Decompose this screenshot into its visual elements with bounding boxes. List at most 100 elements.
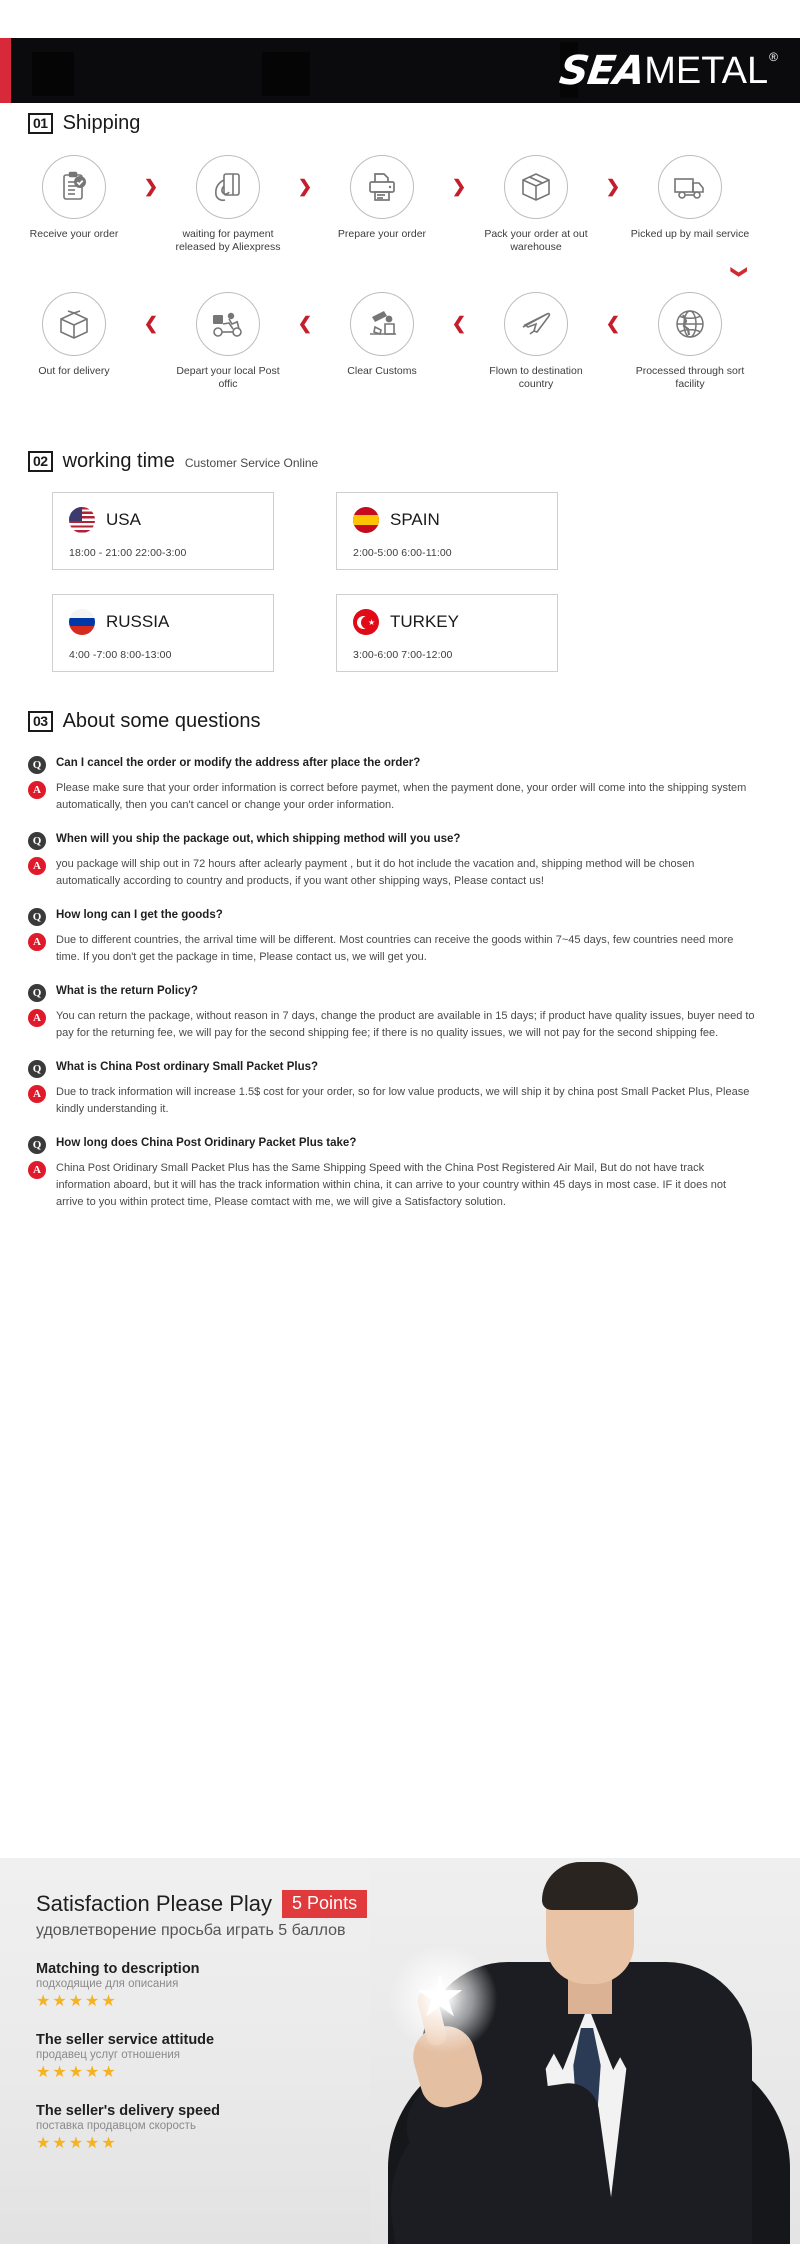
faq-question-text: How long does China Post Oridinary Packe… xyxy=(56,1137,357,1149)
faq-answer-row: A Due to track information will increase… xyxy=(28,1084,772,1118)
faq-answer-row: A Due to different countries, the arriva… xyxy=(28,932,772,966)
answer-badge: A xyxy=(28,781,46,799)
faq-list: Q Can I cancel the order or modify the a… xyxy=(28,755,772,1228)
faq-item: Q Can I cancel the order or modify the a… xyxy=(28,755,772,814)
page-title: Shipping xyxy=(62,112,141,134)
chevron-left-icon: ❯ xyxy=(605,314,621,333)
open-box-icon xyxy=(42,292,106,356)
working-hours: 18:00 - 21:00 22:00-3:00 xyxy=(69,547,187,559)
truck-icon xyxy=(658,155,722,219)
faq-question-text: When will you ship the package out, whic… xyxy=(56,833,461,845)
country-name: USA xyxy=(106,510,141,529)
faq-item: Q How long can I get the goods? A Due to… xyxy=(28,907,772,966)
faq-question-row: Q When will you ship the package out, wh… xyxy=(28,831,772,850)
section-title: About some questions xyxy=(62,710,261,732)
section-number: 03 xyxy=(28,711,53,732)
step-label: Prepare your order xyxy=(337,228,427,240)
flag-usa-icon xyxy=(69,507,95,533)
faq-question-text: How long can I get the goods? xyxy=(56,909,223,921)
working-time-grid: USA 18:00 - 21:00 22:00-3:00 SPAIN 2:00-… xyxy=(52,492,752,672)
rating-label-ru: подходящие для описания xyxy=(36,1978,179,1990)
faq-answer-text: you package will ship out in 72 hours af… xyxy=(56,858,695,887)
flag-spain-icon xyxy=(353,507,379,533)
chevron-left-icon: ❯ xyxy=(451,314,467,333)
shipping-step: Out for delivery xyxy=(10,292,138,378)
brand-logo: SEA METAL ® xyxy=(556,47,778,94)
question-badge: Q xyxy=(28,908,46,926)
chevron-right-icon: ❯ xyxy=(143,177,159,196)
question-badge: Q xyxy=(28,756,46,774)
banner-decor-block-2 xyxy=(262,52,310,96)
faq-question-text: Can I cancel the order or modify the add… xyxy=(56,757,421,769)
question-badge: Q xyxy=(28,1136,46,1154)
shipping-steps-row-1: Receive your order ❯ waiting for payment… xyxy=(10,155,790,254)
faq-item: Q What is the return Policy? A You can r… xyxy=(28,983,772,1042)
faq-question-row: Q How long can I get the goods? xyxy=(28,907,772,926)
shipping-step: Depart your local Post offic xyxy=(164,292,292,391)
section-header-faq: 03 About some questions xyxy=(28,710,260,733)
chevron-left-icon: ❯ xyxy=(297,314,313,333)
customs-officer-icon xyxy=(350,292,414,356)
step-label: Receive your order xyxy=(29,228,119,240)
working-time-card-usa: USA 18:00 - 21:00 22:00-3:00 xyxy=(52,492,274,570)
answer-badge: A xyxy=(28,1161,46,1179)
rating-label-en: The seller's delivery speed xyxy=(36,2103,220,2119)
star-rating: ★★★★★ xyxy=(36,2064,118,2081)
question-badge: Q xyxy=(28,832,46,850)
faq-answer-text: Due to track information will increase 1… xyxy=(56,1086,750,1115)
printer-icon xyxy=(350,155,414,219)
faq-answer-text: Please make sure that your order informa… xyxy=(56,782,747,811)
faq-question-row: Q What is China Post ordinary Small Pack… xyxy=(28,1059,772,1078)
shipping-step: Flown to destination country xyxy=(472,292,600,391)
faq-item: Q How long does China Post Oridinary Pac… xyxy=(28,1135,772,1211)
rating-item-description: Matching to description подходящие для о… xyxy=(36,1961,466,2011)
working-time-card-spain: SPAIN 2:00-5:00 6:00-11:00 xyxy=(336,492,558,570)
step-label: Out for delivery xyxy=(38,365,110,377)
chevron-right-icon: ❯ xyxy=(605,177,621,196)
section-subtitle: Customer Service Online xyxy=(184,456,319,470)
working-hours: 4:00 -7:00 8:00-13:00 xyxy=(69,649,172,661)
faq-question-text: What is the return Policy? xyxy=(56,985,198,997)
shipping-step: Clear Customs xyxy=(318,292,446,378)
step-label: Pack your order at out warehouse xyxy=(484,228,588,253)
faq-answer-text: Due to different countries, the arrival … xyxy=(56,934,734,963)
step-label: Depart your local Post offic xyxy=(176,365,280,390)
faq-answer-text: You can return the package, without reas… xyxy=(56,1010,755,1039)
banner-decor-block-1 xyxy=(32,52,74,96)
section-header-working-time: 02 working time Customer Service Online xyxy=(28,450,318,473)
shipping-step: Pack your order at out warehouse xyxy=(472,155,600,254)
hand-card-icon xyxy=(196,155,260,219)
country-name: SPAIN xyxy=(390,510,440,529)
clipboard-check-icon xyxy=(42,155,106,219)
brand-banner: SEA METAL ® xyxy=(0,38,800,103)
shipping-steps-row-2: Out for delivery ❯ Depart your local Pos… xyxy=(10,292,790,391)
chevron-right-icon: ❯ xyxy=(451,177,467,196)
flag-turkey-icon: ★ xyxy=(353,609,379,635)
faq-answer-row: A Please make sure that your order infor… xyxy=(28,780,772,814)
satisfaction-heading-russian: удовлетворение просьба играть 5 баллов xyxy=(36,1922,346,1939)
logo-sea-text: SEA xyxy=(556,47,648,94)
shipping-step: Receive your order xyxy=(10,155,138,241)
rating-label-en: The seller service attitude xyxy=(36,2032,215,2048)
working-time-card-russia: RUSSIA 4:00 -7:00 8:00-13:00 xyxy=(52,594,274,672)
shipping-step: Picked up by mail service xyxy=(626,155,754,241)
answer-badge: A xyxy=(28,1085,46,1103)
step-label: Processed through sort facility xyxy=(635,365,745,390)
faq-answer-row: A You can return the package, without re… xyxy=(28,1008,772,1042)
country-name: RUSSIA xyxy=(106,612,170,631)
answer-badge: A xyxy=(28,857,46,875)
faq-item: Q What is China Post ordinary Small Pack… xyxy=(28,1059,772,1118)
working-time-card-turkey: ★ TURKEY 3:00-6:00 7:00-12:00 xyxy=(336,594,558,672)
country-name: TURKEY xyxy=(390,612,459,631)
section-number: 01 xyxy=(28,113,53,134)
banner-red-accent xyxy=(0,38,11,103)
star-rating: ★★★★★ xyxy=(36,1993,118,2010)
faq-question-row: Q How long does China Post Oridinary Pac… xyxy=(28,1135,772,1154)
step-label: waiting for payment released by Aliexpre… xyxy=(175,228,281,253)
rating-item-delivery: The seller's delivery speed поставка про… xyxy=(36,2103,466,2153)
faq-answer-text: China Post Oridinary Small Packet Plus h… xyxy=(56,1162,727,1208)
satisfaction-banner: ★ Satisfaction Please Play 5 Points удов… xyxy=(0,1858,800,2244)
registered-trademark-icon: ® xyxy=(769,49,778,64)
step-label: Picked up by mail service xyxy=(630,228,750,240)
logo-metal-text: METAL xyxy=(644,49,769,92)
